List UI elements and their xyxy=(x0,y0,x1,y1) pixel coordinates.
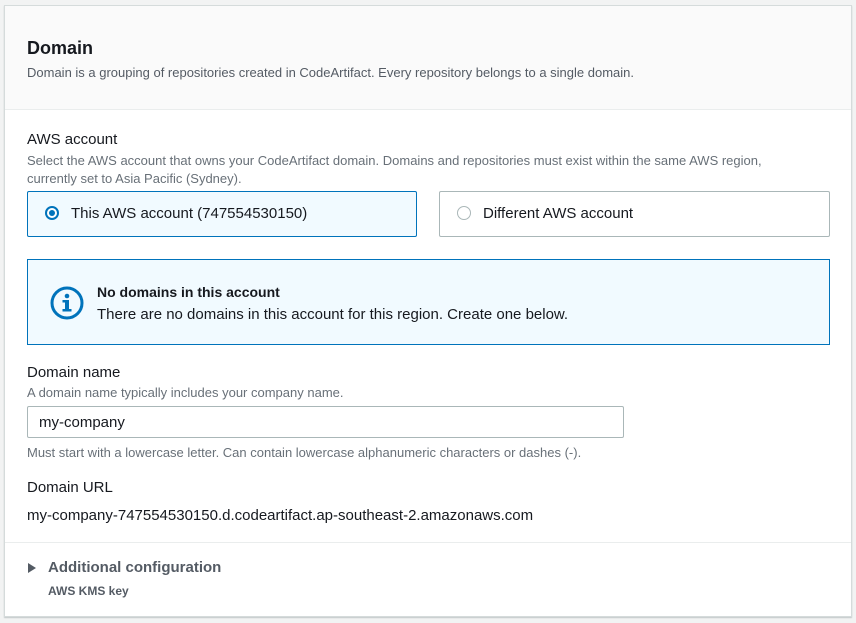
info-icon xyxy=(50,286,84,320)
panel-title: Domain xyxy=(27,38,94,58)
domain-name-label: Domain name xyxy=(27,364,121,381)
additional-configuration-label: Additional configuration xyxy=(48,559,222,576)
domain-url-label: Domain URL xyxy=(27,479,113,496)
domain-name-input[interactable] xyxy=(27,406,624,438)
radio-unselected-icon[interactable] xyxy=(457,206,471,220)
domain-panel: Domain Domain is a grouping of repositor… xyxy=(4,5,852,617)
additional-configuration-expander[interactable]: Additional configuration xyxy=(27,558,247,580)
this-aws-account-label: This AWS account (747554530150) xyxy=(71,205,308,222)
alert-title: No domains in this account xyxy=(97,284,280,300)
aws-account-description-line2: currently set to Asia Pacific (Sydney). xyxy=(27,171,242,186)
domain-name-constraint: Must start with a lowercase letter. Can … xyxy=(27,445,582,460)
additional-configuration-subtitle: AWS KMS key xyxy=(48,584,129,598)
caret-right-icon[interactable] xyxy=(28,563,36,573)
domain-url-value: my-company-747554530150.d.codeartifact.a… xyxy=(27,507,534,524)
radio-selected-icon[interactable] xyxy=(45,206,59,220)
aws-account-description-line1: Select the AWS account that owns your Co… xyxy=(27,153,762,168)
panel-description: Domain is a grouping of repositories cre… xyxy=(27,65,634,80)
alert-text: There are no domains in this account for… xyxy=(97,306,569,323)
domain-name-description: A domain name typically includes your co… xyxy=(27,385,344,400)
aws-account-label: AWS account xyxy=(27,131,118,148)
different-aws-account-option[interactable]: Different AWS account xyxy=(439,191,830,237)
section-divider xyxy=(5,542,851,543)
this-aws-account-option[interactable]: This AWS account (747554530150) xyxy=(27,191,417,237)
different-aws-account-label: Different AWS account xyxy=(483,205,634,222)
panel-header: Domain Domain is a grouping of repositor… xyxy=(5,6,851,110)
no-domains-alert: No domains in this account There are no … xyxy=(27,259,830,345)
